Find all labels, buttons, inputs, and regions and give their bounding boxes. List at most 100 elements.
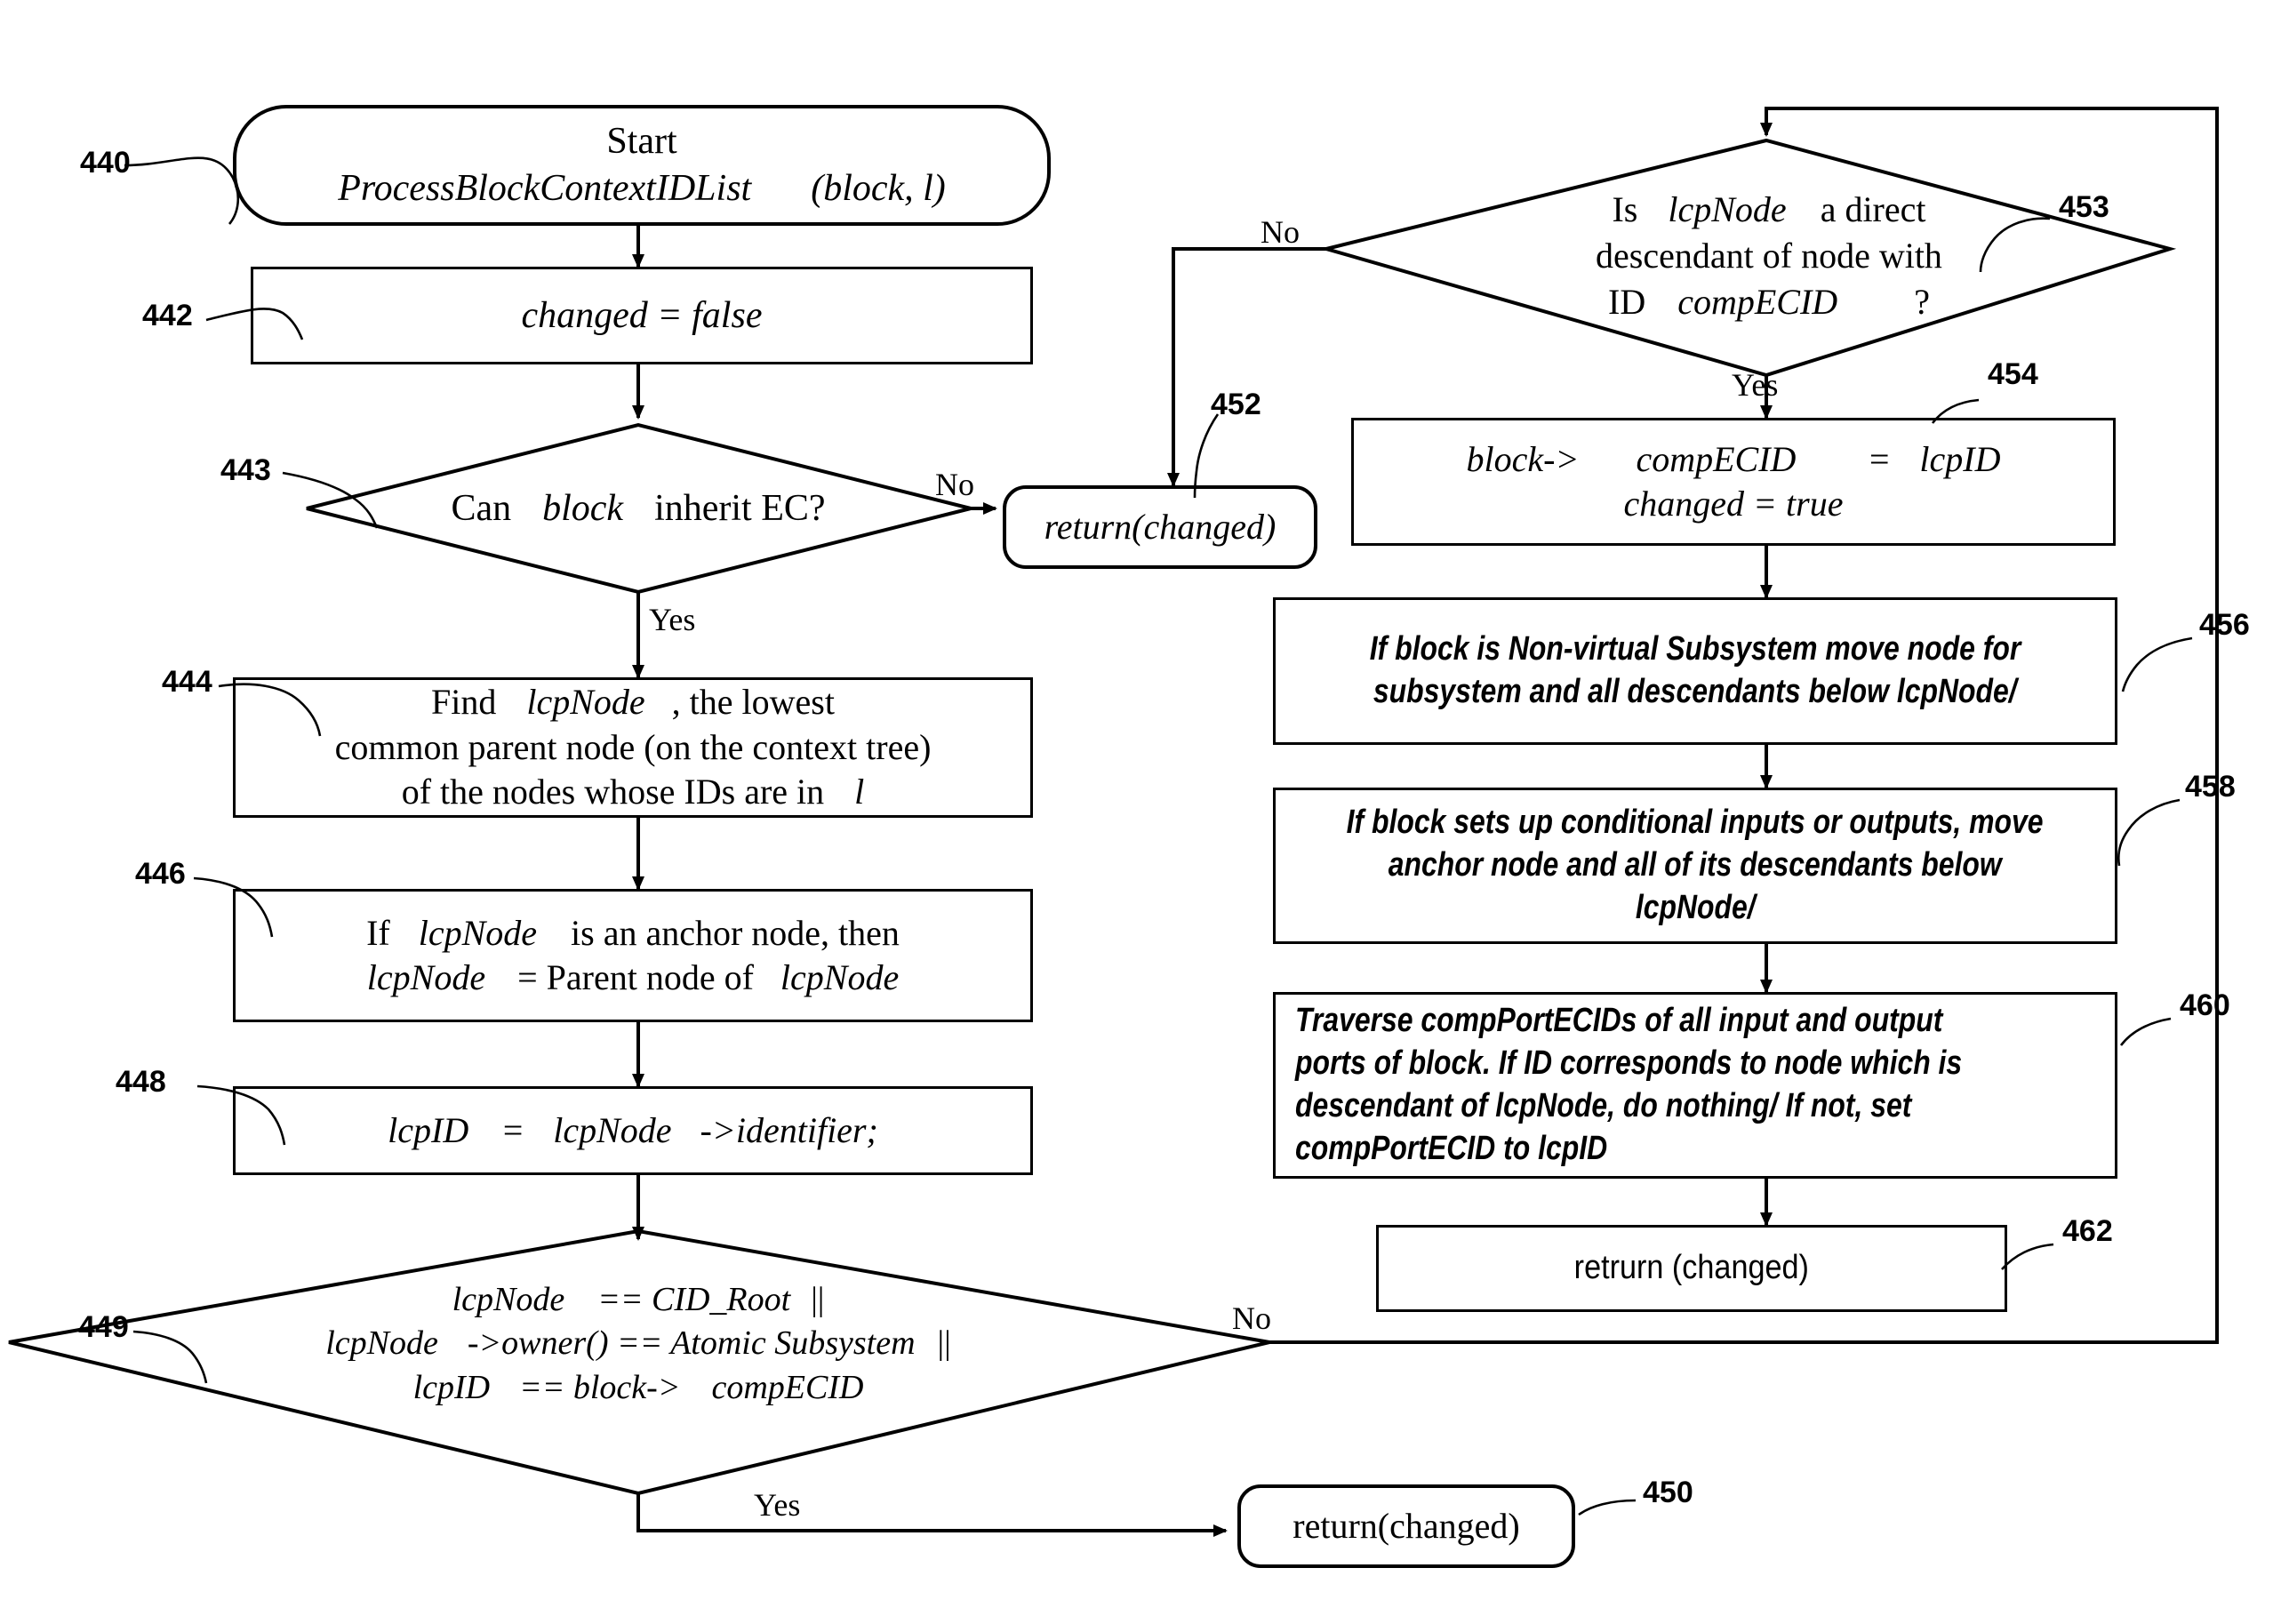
root-line1c: || [811, 1281, 825, 1318]
move-sub-line2: subsystem and all descendants below lcpN… [1373, 673, 2017, 710]
edge-453-no-to-452 [1167, 247, 1326, 487]
traverse-line1: Traverse compPortECIDs of all input and … [1295, 1002, 1943, 1040]
assign-line2: changed = true [1623, 484, 1844, 524]
changed-false-text: changed = false [521, 294, 763, 336]
assign-line1c: = [1867, 438, 1892, 479]
edge-label-443-yes: Yes [649, 602, 696, 637]
root-line3a: lcpID [412, 1368, 491, 1406]
start-line1: Start [606, 121, 677, 163]
root-line2b: ->owner() == Atomic Subsystem [467, 1324, 916, 1363]
ref-446: 446 [135, 857, 186, 891]
ref-444: 444 [162, 665, 212, 699]
move-anchor-line3: lcpNode/ [1635, 888, 1756, 926]
node-return-462: retrurn (changed) [1376, 1225, 2007, 1312]
desc-line3c: ? [1914, 282, 1930, 322]
desc-line1a: Is [1612, 189, 1638, 229]
anchor-line1a: If [366, 912, 390, 953]
node-traverse-ports: Traverse compPortECIDs of all input and … [1273, 992, 2117, 1179]
lcpid-c: lcpNode [553, 1109, 672, 1150]
node-move-subsystem: If block is Non-virtual Subsystem move n… [1273, 597, 2117, 745]
ref-442: 442 [142, 299, 193, 332]
root-line2c: || [937, 1324, 951, 1363]
can-inherit-tail: inherit EC? [654, 488, 826, 529]
desc-line3b: compECID [1677, 282, 1838, 322]
node-assign-compecid: block-> compECID = lcpID changed = true [1351, 418, 2116, 546]
lcpid-b: = [500, 1109, 525, 1150]
node-changed-false: changed = false [251, 267, 1033, 364]
root-line1a: lcpNode [452, 1281, 565, 1318]
root-line3b: == block-> [519, 1368, 681, 1406]
node-root-check: lcpNode == CID_Root || lcpNode ->owner()… [238, 1278, 1038, 1410]
edge-label-449-yes: Yes [754, 1487, 801, 1523]
desc-line1c: a direct [1820, 189, 1926, 229]
leader-458 [2117, 798, 2181, 867]
find-line3b: l [854, 772, 865, 812]
edge-449-yes-to-450 [636, 1493, 1228, 1537]
move-anchor-line2: anchor node and all of its descendants b… [1389, 846, 2002, 884]
can-inherit-italic: block [542, 488, 624, 529]
return-450-text: return(changed) [1293, 1505, 1520, 1546]
edge-label-453-no: No [1261, 214, 1300, 250]
anchor-line2a: lcpNode [366, 957, 486, 997]
anchor-line2b: = Parent node of [517, 957, 754, 997]
find-line1b: lcpNode [526, 682, 645, 723]
leader-450 [1578, 1499, 1637, 1516]
find-line2: common parent node (on the context tree) [334, 726, 932, 767]
ref-453: 453 [2059, 190, 2109, 224]
can-inherit-plain: Can [451, 488, 512, 529]
traverse-line3: descendant of lcpNode, do nothing/ If no… [1295, 1087, 1912, 1124]
traverse-line4: compPortECID to lcpID [1295, 1129, 1608, 1167]
node-start: Start ProcessBlockContextIDList (block, … [233, 105, 1051, 226]
node-is-direct-descendant: Is lcpNode a direct descendant of node w… [1511, 187, 2027, 325]
flowchart-canvas: Start ProcessBlockContextIDList (block, … [0, 0, 2281, 1624]
desc-line3a: ID [1608, 282, 1646, 322]
ref-450: 450 [1643, 1476, 1693, 1509]
ref-460: 460 [2180, 988, 2230, 1022]
find-line1a: Find [431, 682, 497, 723]
desc-line1b: lcpNode [1668, 189, 1787, 229]
traverse-line2: ports of block. If ID corresponds to nod… [1295, 1044, 1963, 1083]
ref-452: 452 [1211, 388, 1261, 421]
node-anchor-check: If lcpNode is an anchor node, then lcpNo… [233, 889, 1033, 1022]
ref-449: 449 [78, 1310, 129, 1344]
node-move-anchor: If block sets up conditional inputs or o… [1273, 788, 2117, 944]
ref-443: 443 [220, 453, 271, 487]
find-line3a: of the nodes whose IDs are in [401, 772, 825, 812]
anchor-line1c: is an anchor node, then [571, 912, 900, 953]
leader-462 [2001, 1243, 2054, 1270]
ref-454: 454 [1988, 357, 2038, 391]
node-return-452: return(changed) [1003, 485, 1317, 569]
move-anchor-line1: If block sets up conditional inputs or o… [1347, 804, 2044, 842]
edge-label-443-no: No [935, 467, 974, 502]
edge-label-453-yes: Yes [1732, 367, 1779, 403]
desc-line2: descendant of node with [1596, 236, 1942, 276]
ref-448: 448 [116, 1065, 166, 1099]
assign-line1a: block-> [1466, 438, 1580, 479]
node-can-inherit: Can block inherit EC? [372, 484, 905, 533]
node-return-450: return(changed) [1237, 1484, 1575, 1568]
start-line3: (block, l) [811, 168, 946, 209]
ref-456: 456 [2199, 608, 2250, 642]
anchor-line1b: lcpNode [418, 912, 538, 953]
root-line3c: compECID [711, 1368, 864, 1406]
leader-440 [124, 156, 240, 225]
node-lcpid-assign: lcpID = lcpNode ->identifier; [233, 1086, 1033, 1175]
node-find-lcpnode: Find lcpNode , the lowest common parent … [233, 677, 1033, 818]
lcpid-a: lcpID [388, 1109, 469, 1150]
root-line1b: == CID_Root [597, 1281, 791, 1318]
find-line1c: , the lowest [671, 682, 835, 723]
leader-456 [2121, 636, 2193, 692]
root-line2a: lcpNode [325, 1324, 438, 1363]
anchor-line2c: lcpNode [780, 957, 900, 997]
edge-label-449-no: No [1232, 1300, 1271, 1336]
assign-line1b: compECID [1636, 438, 1797, 479]
leader-443 [282, 471, 379, 529]
ref-462: 462 [2062, 1214, 2113, 1248]
return-462-text: retrurn (changed) [1573, 1249, 1810, 1287]
lcpid-d: ->identifier; [700, 1109, 878, 1150]
move-sub-line1: If block is Non-virtual Subsystem move n… [1369, 630, 2021, 668]
ref-458: 458 [2185, 770, 2236, 804]
ref-440: 440 [80, 146, 131, 180]
leader-460 [2119, 1017, 2172, 1046]
start-line2: ProcessBlockContextIDList [338, 168, 752, 209]
